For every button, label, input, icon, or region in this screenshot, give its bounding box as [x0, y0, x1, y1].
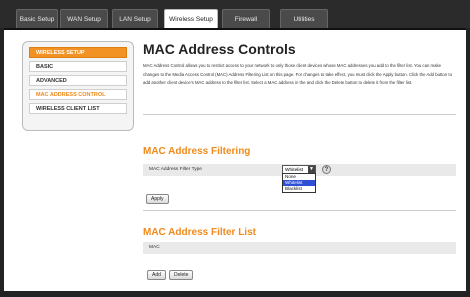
mac-column-header: MAC — [149, 245, 160, 250]
sidebar-item-wireless-setup[interactable]: WIRELESS SETUP — [29, 47, 127, 58]
page-title: MAC Address Controls — [143, 41, 296, 57]
router-admin-page: Basic Setup WAN Setup LAN Setup Wireless… — [0, 0, 470, 297]
help-icon[interactable]: ? — [322, 165, 331, 174]
right-border — [466, 28, 470, 291]
delete-button[interactable]: Delete — [169, 270, 194, 280]
mac-filter-list-heading: MAC Address Filter List — [143, 227, 256, 238]
filter-list-header-row: MAC — [143, 242, 456, 254]
chevron-down-icon[interactable]: ▼ — [308, 166, 315, 173]
option-blacklist[interactable]: Blacklist — [283, 186, 315, 192]
divider — [143, 114, 456, 115]
mac-filtering-heading: MAC Address Filtering — [143, 146, 251, 157]
sidebar-item-wireless-client-list[interactable]: WIRELESS CLIENT LIST — [29, 103, 127, 114]
bottom-bar — [0, 291, 470, 297]
sidebar-item-advanced[interactable]: ADVANCED — [29, 75, 127, 86]
add-button[interactable]: Add — [147, 270, 166, 280]
divider — [143, 210, 456, 211]
tab-wan-setup[interactable]: WAN Setup — [60, 9, 108, 28]
apply-button[interactable]: Apply — [146, 194, 169, 204]
filter-type-dropdown: None Whitelist Blacklist — [282, 173, 316, 193]
left-border — [0, 28, 4, 291]
top-nav-bar: Basic Setup WAN Setup LAN Setup Wireless… — [0, 0, 470, 30]
filter-type-label: MAC Address Filter Type — [149, 167, 202, 172]
page-description: MAC Address Control allows you to restri… — [143, 63, 452, 86]
sidebar-item-basic[interactable]: BASIC — [29, 61, 127, 72]
tab-basic-setup[interactable]: Basic Setup — [16, 9, 58, 28]
tab-utilities[interactable]: Utilities — [280, 9, 328, 28]
sidebar: WIRELESS SETUP BASIC ADVANCED MAC ADDRES… — [22, 41, 134, 131]
sidebar-item-mac-address-control[interactable]: MAC ADDRESS CONTROL — [29, 89, 127, 100]
tab-wireless-setup[interactable]: Wireless Setup — [164, 9, 218, 28]
tab-lan-setup[interactable]: LAN Setup — [112, 9, 158, 28]
tab-firewall[interactable]: Firewall — [222, 9, 270, 28]
